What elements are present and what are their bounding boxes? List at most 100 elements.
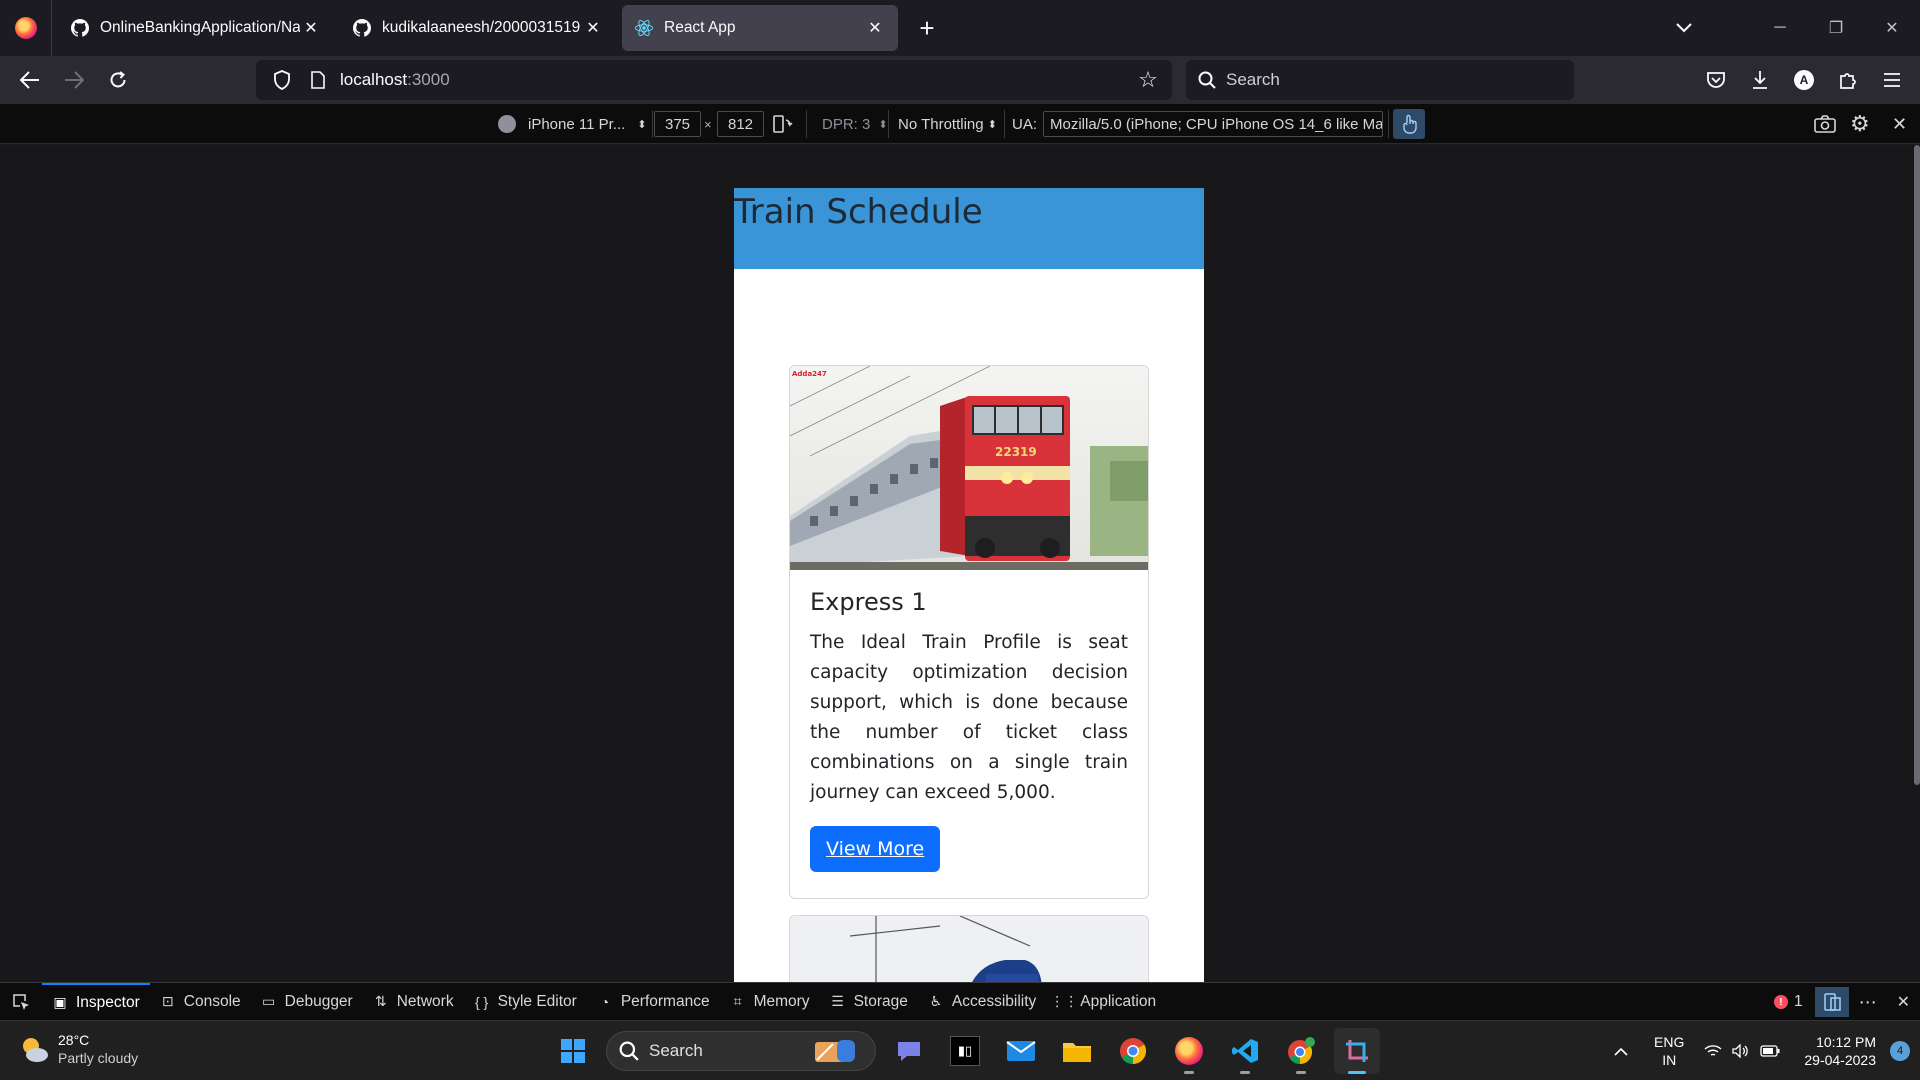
settings-gear-icon[interactable]: ⚙ (1850, 111, 1870, 137)
height-value[interactable]: 812 (717, 111, 765, 137)
mail-icon[interactable] (998, 1028, 1044, 1074)
weather-widget[interactable]: 28°C Partly cloudy (18, 1031, 138, 1067)
tab-debugger[interactable]: ▭ Debugger (251, 983, 363, 1021)
search-highlight-icon (807, 1036, 863, 1066)
account-avatar-icon[interactable]: A (1782, 56, 1826, 104)
minimize-icon[interactable]: ─ (1752, 0, 1808, 56)
tab-label: Memory (753, 992, 810, 1010)
dpr-selector[interactable]: DPR: 3 ⬍ (822, 111, 888, 137)
page-icon[interactable] (304, 66, 332, 94)
taskbar-search[interactable]: Search (606, 1031, 876, 1071)
region-code: IN (1662, 1052, 1677, 1068)
tab-storage[interactable]: ☰ Storage (820, 983, 918, 1021)
tab-inspector[interactable]: ▣ Inspector (42, 982, 150, 1021)
forward-arrow-icon[interactable] (52, 60, 96, 100)
rotate-device-icon[interactable] (772, 111, 794, 137)
list-all-tabs-chevron-icon[interactable] (1670, 14, 1698, 42)
battery-icon[interactable] (1760, 1045, 1780, 1057)
clock[interactable]: 10:12 PM 29-04-2023 (1804, 1033, 1876, 1069)
device-selector[interactable]: iPhone 11 Pr... ⬍ (498, 111, 647, 137)
throttling-selector[interactable]: No Throttling ⬍ (898, 111, 997, 137)
height-input[interactable]: 812 (717, 111, 765, 137)
snipping-tool-icon[interactable] (1334, 1028, 1380, 1074)
close-icon[interactable]: ✕ (864, 17, 886, 39)
tab-label: Console (183, 992, 241, 1010)
close-icon[interactable]: ✕ (582, 17, 604, 39)
width-input[interactable]: 375 (654, 111, 702, 137)
firefox-view-button[interactable] (0, 0, 52, 56)
language-indicator[interactable]: ENG IN (1654, 1033, 1684, 1069)
element-picker-icon[interactable] (0, 983, 42, 1021)
reload-icon[interactable] (96, 60, 140, 100)
tab-accessibility[interactable]: ♿ Accessibility (918, 983, 1046, 1021)
shield-icon[interactable] (268, 66, 296, 94)
tab-github-banking[interactable]: OnlineBankingApplication/Navi ✕ (58, 5, 334, 51)
bookmark-star-icon[interactable]: ☆ (1134, 66, 1162, 94)
dropdown-arrows-icon: ⬍ (637, 118, 647, 131)
more-options-icon[interactable]: ⋯ (1849, 983, 1887, 1021)
inspector-icon: ▣ (53, 994, 67, 1010)
dropdown-arrows-icon: ⬍ (878, 118, 888, 131)
device-icon (498, 115, 516, 133)
close-window-icon[interactable]: ✕ (1864, 0, 1920, 56)
volume-icon[interactable] (1732, 1044, 1750, 1058)
storage-icon: ☰ (831, 993, 844, 1009)
notification-badge[interactable]: 4 (1890, 1041, 1910, 1061)
screenshot-icon[interactable] (1814, 111, 1836, 137)
hamburger-menu-icon[interactable] (1870, 56, 1914, 104)
touch-simulation-icon[interactable] (1393, 109, 1425, 139)
tab-label: Storage (853, 992, 908, 1010)
tab-react-app[interactable]: React App ✕ (622, 5, 898, 51)
tab-strip: OnlineBankingApplication/Navi ✕ kudikala… (0, 0, 1920, 56)
navigation-toolbar: localhost:3000 ☆ Search A (0, 56, 1920, 104)
network-icon: ⇅ (374, 993, 387, 1009)
performance-icon: ◔ (600, 993, 610, 1010)
close-devtools-icon[interactable]: ✕ (1887, 983, 1920, 1021)
tab-performance[interactable]: ◔ Performance (587, 983, 720, 1021)
back-arrow-icon[interactable] (8, 60, 52, 100)
downloads-icon[interactable] (1738, 56, 1782, 104)
github-icon (352, 18, 372, 38)
firefox-taskbar-icon[interactable] (1166, 1028, 1212, 1074)
page-title: Train Schedule (734, 192, 983, 232)
url-bar[interactable]: localhost:3000 ☆ (256, 60, 1172, 100)
taskbar-search-label: Search (649, 1041, 703, 1060)
weather-temperature: 28°C (58, 1032, 90, 1048)
running-indicator (1184, 1071, 1194, 1074)
error-count-badge[interactable]: ! 1 (1762, 993, 1815, 1011)
tab-application[interactable]: ⋮⋮ Application (1046, 983, 1166, 1021)
extensions-puzzle-icon[interactable] (1826, 56, 1870, 104)
imdb-app-icon[interactable]: ▮▯ (942, 1028, 988, 1074)
running-indicator (1348, 1071, 1366, 1074)
accessibility-icon: ♿ (929, 993, 943, 1009)
user-agent: UA: Mozilla/5.0 (iPhone; CPU iPhone OS 1… (1012, 111, 1384, 137)
chrome-profile-icon[interactable] (1278, 1028, 1324, 1074)
wifi-icon[interactable] (1704, 1044, 1722, 1058)
viewport-scrollbar[interactable] (1914, 145, 1920, 785)
teams-chat-icon[interactable] (886, 1028, 932, 1074)
show-hidden-icons-chevron-icon[interactable] (1614, 1047, 1628, 1056)
ua-input[interactable]: Mozilla/5.0 (iPhone; CPU iPhone OS 14_6 … (1043, 111, 1384, 137)
width-value[interactable]: 375 (654, 111, 702, 137)
pocket-icon[interactable] (1694, 56, 1738, 104)
restore-icon[interactable]: ❐ (1808, 0, 1864, 56)
close-rdm-icon[interactable]: ✕ (1892, 111, 1907, 137)
tab-console[interactable]: ⊡ Console (150, 983, 251, 1021)
file-explorer-icon[interactable] (1054, 1028, 1100, 1074)
tab-title: OnlineBankingApplication/Navi (100, 19, 300, 36)
responsive-mode-icon[interactable] (1814, 987, 1849, 1017)
url-text[interactable]: localhost:3000 (340, 70, 450, 90)
search-bar[interactable]: Search (1186, 60, 1574, 100)
tab-network[interactable]: ⇅ Network (363, 983, 464, 1021)
tab-style-editor[interactable]: { } Style Editor (464, 983, 587, 1021)
close-icon[interactable]: ✕ (300, 17, 322, 39)
vscode-icon[interactable] (1222, 1028, 1268, 1074)
view-more-button[interactable]: View More (810, 826, 941, 872)
windows-start-icon[interactable] (550, 1028, 596, 1074)
tab-memory[interactable]: ⌗ Memory (720, 983, 820, 1021)
new-tab-button[interactable]: + (906, 7, 948, 49)
memory-icon: ⌗ (733, 993, 742, 1009)
error-count: 1 (1793, 993, 1803, 1010)
tab-github-repo[interactable]: kudikalaaneesh/2000031519 ✕ (340, 5, 616, 51)
chrome-icon[interactable] (1110, 1028, 1156, 1074)
